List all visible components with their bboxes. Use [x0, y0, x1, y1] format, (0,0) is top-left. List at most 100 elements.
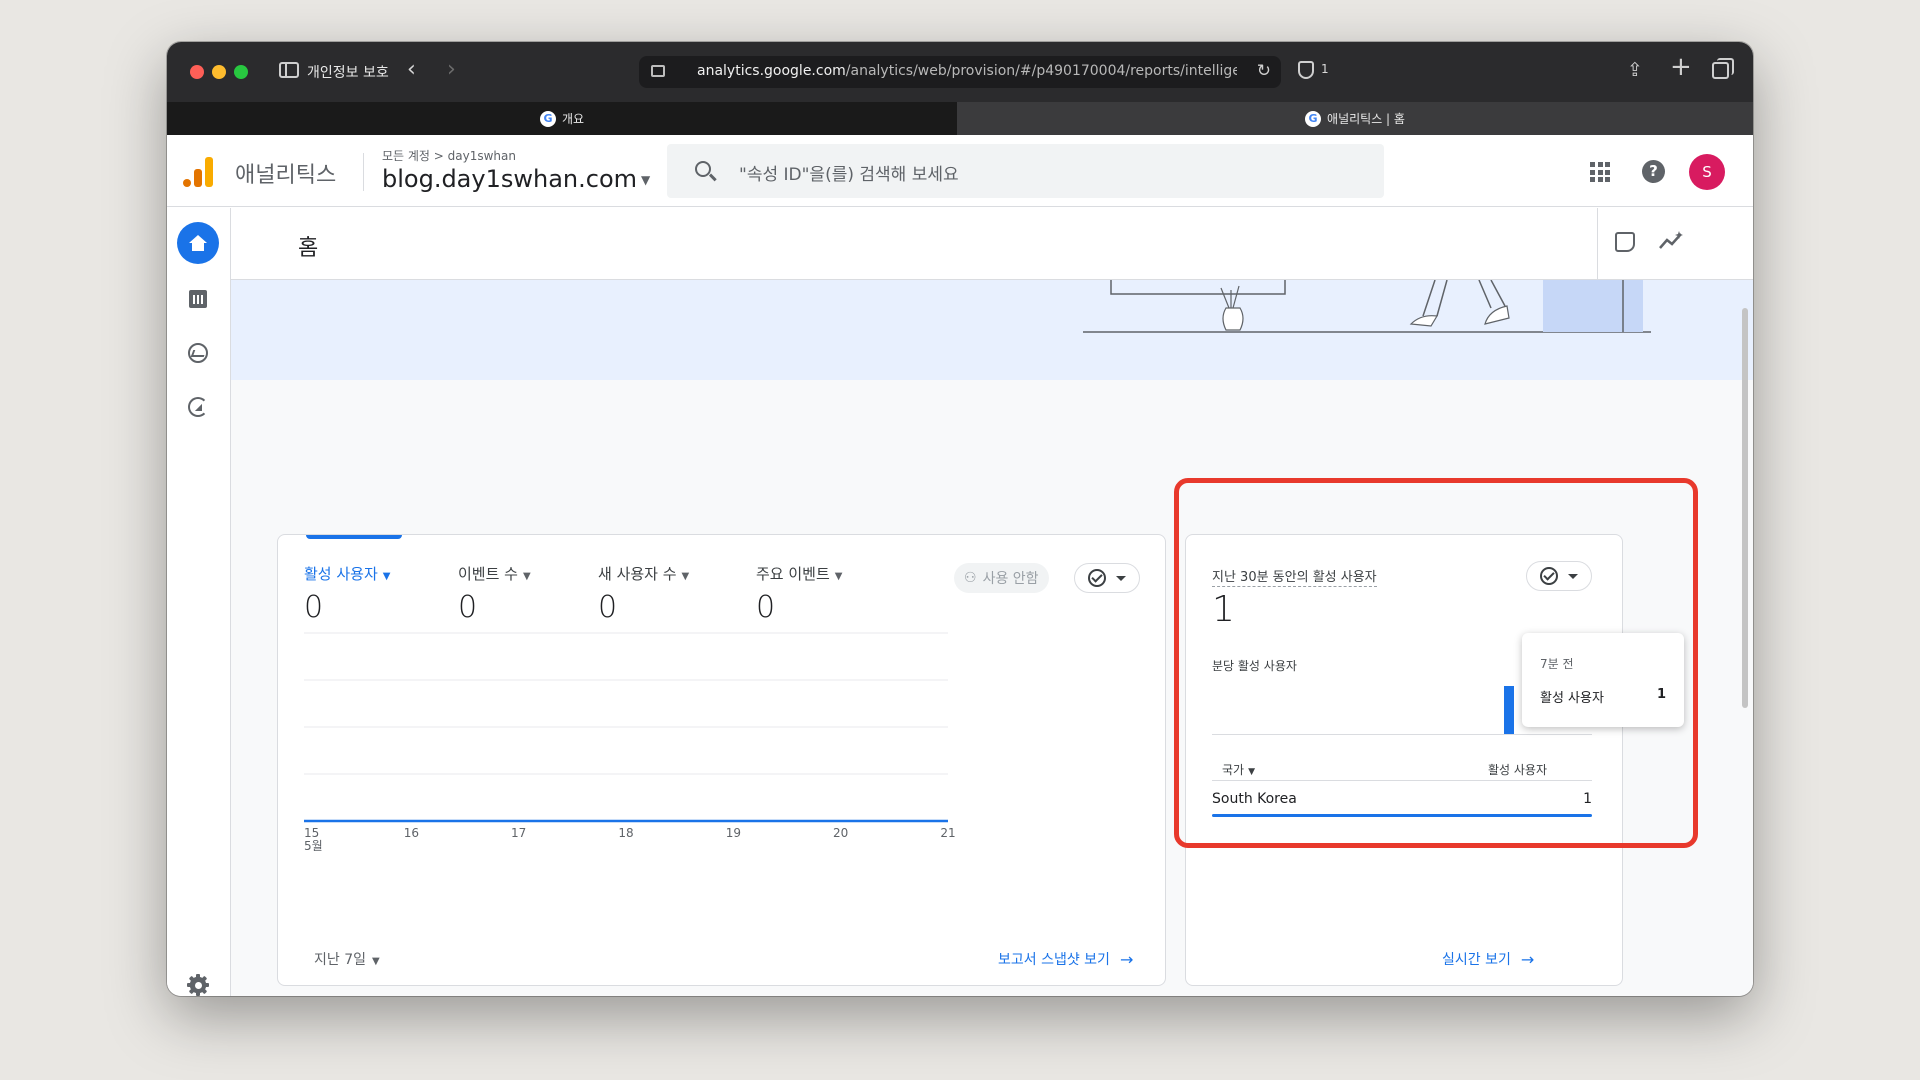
tab-label: 개요: [561, 112, 585, 126]
view-realtime-label: 실시간 보기: [1442, 952, 1511, 968]
advertising-icon: [188, 397, 208, 417]
explore-icon: [188, 343, 208, 363]
tab-label: 애널리틱스 | 홈: [1327, 112, 1405, 126]
tab-strip: G 개요 G 애널리틱스 | 홈: [167, 102, 1753, 135]
x-tick-label: 21: [940, 826, 955, 840]
forward-arrow-icon[interactable]: ›: [447, 59, 456, 81]
date-range-selector[interactable]: 지난 7일 ▼: [314, 949, 380, 969]
avatar[interactable]: S: [1689, 154, 1725, 190]
url-path: /analytics/web/provision/#/p490170004/re…: [845, 63, 1237, 79]
sidebar-toggle-icon[interactable]: [279, 62, 299, 78]
realtime-title[interactable]: 지난 30분 동안의 활성 사용자: [1212, 566, 1377, 587]
analytics-logo-icon[interactable]: [183, 157, 213, 187]
search-placeholder: "속성 ID"을(를) 검색해 보세요: [739, 165, 959, 185]
page-header: 홈: [231, 208, 1753, 280]
left-navigation: [167, 208, 231, 996]
new-tab-icon[interactable]: +: [1670, 54, 1692, 80]
arrow-right-icon: →: [1520, 949, 1535, 969]
home-icon: [189, 235, 207, 251]
nav-admin[interactable]: [177, 964, 219, 996]
realtime-card: 지난 30분 동안의 활성 사용자 1 분당 활성 사용자 국가 ▼ 활성 사용자…: [1185, 534, 1623, 986]
per-minute-tooltip: 7분 전 활성 사용자 1: [1522, 633, 1684, 727]
country-column-label: 국가: [1222, 763, 1245, 777]
share-icon[interactable]: ⇪: [1627, 60, 1643, 80]
table-row-count: 1: [1583, 791, 1592, 807]
privacy-shield-icon[interactable]: [1298, 61, 1314, 79]
tab-overview-icon[interactable]: [1712, 58, 1734, 79]
privacy-label: 개인정보 보호: [307, 65, 389, 81]
nav-home[interactable]: [177, 222, 219, 264]
google-favicon-icon: G: [539, 110, 556, 127]
x-tick-sublabel: 5월: [304, 839, 323, 853]
view-realtime-link[interactable]: 실시간 보기 →: [1442, 949, 1534, 969]
per-minute-axis: [1212, 734, 1592, 735]
arrow-right-icon: →: [1119, 949, 1134, 969]
date-range-label: 지난 7일: [314, 952, 366, 968]
analytics-header: 애널리틱스 모든 계정 > day1swhan blog.day1swhan.c…: [167, 135, 1753, 207]
x-tick-label: 15: [304, 826, 319, 840]
header-divider: [363, 153, 364, 191]
nav-advertising[interactable]: [177, 386, 219, 428]
search-box[interactable]: "속성 ID"을(를) 검색해 보세요: [667, 144, 1384, 198]
per-minute-label: 분당 활성 사용자: [1212, 659, 1297, 673]
reload-icon[interactable]: ↻: [1257, 61, 1271, 81]
scrollbar[interactable]: [1742, 308, 1748, 708]
tooltip-label: 활성 사용자: [1540, 691, 1604, 706]
x-tick-label: 18: [618, 826, 633, 840]
page-title: 홈: [298, 236, 319, 261]
browser-window: 개인정보 보호 ‹ › analytics.google.com/analyti…: [167, 42, 1753, 996]
apps-grid-icon[interactable]: [1590, 162, 1610, 182]
table-divider: [1212, 780, 1592, 781]
browser-tab-overview[interactable]: G 개요: [167, 102, 957, 135]
back-arrow-icon[interactable]: ‹: [407, 59, 416, 81]
property-name: blog.day1swhan.com: [382, 165, 638, 193]
product-name[interactable]: 애널리틱스: [235, 157, 336, 189]
overview-card: 활성 사용자 ▼ 0 이벤트 수 ▼ 0 새 사용자 수 ▼ 0 주요 이벤트 ▼ 0 …: [277, 534, 1166, 986]
x-tick-label: 16: [404, 826, 419, 840]
help-icon[interactable]: ?: [1642, 160, 1665, 183]
insights-icon[interactable]: [1615, 232, 1635, 252]
realtime-active-users-value: 1: [1212, 589, 1235, 630]
property-selector[interactable]: blog.day1swhan.com ▼: [382, 165, 650, 193]
tooltip-time: 7분 전: [1540, 657, 1574, 671]
country-column-header[interactable]: 국가 ▼: [1222, 761, 1255, 778]
view-snapshot-label: 보고서 스냅샷 보기: [998, 952, 1110, 968]
nav-reports[interactable]: [177, 278, 219, 320]
active-users-column-header: 활성 사용자: [1488, 763, 1548, 777]
chevron-down-icon: ▼: [641, 173, 651, 187]
browser-tab-analytics-home[interactable]: G 애널리틱스 | 홈: [957, 102, 1753, 135]
x-tick-label: 19: [726, 826, 741, 840]
view-snapshot-link[interactable]: 보고서 스냅샷 보기 →: [998, 949, 1133, 969]
tooltip-value: 1: [1656, 687, 1666, 702]
check-circle-icon: [1540, 567, 1558, 585]
x-tick-label: 17: [511, 826, 526, 840]
welcome-banner-illustration: [231, 280, 1753, 380]
per-minute-bar[interactable]: [1504, 686, 1514, 734]
chevron-down-icon: [1568, 573, 1578, 579]
trend-icon[interactable]: [1659, 230, 1685, 252]
nav-explore[interactable]: [177, 332, 219, 374]
active-users-line-chart: 15 16 17 18 19 20 21 5월: [304, 632, 956, 853]
browser-titlebar: 개인정보 보호 ‹ › analytics.google.com/analyti…: [167, 42, 1753, 102]
header-separator: [1597, 208, 1598, 280]
zoom-window-button[interactable]: [234, 65, 248, 79]
address-bar[interactable]: analytics.google.com/analytics/web/provi…: [639, 56, 1281, 88]
main-content: 홈 활성 사용자 ▼ 0 이벤트 수 ▼ 0 새 사용자 수 ▼ 0 주요 이벤…: [231, 208, 1753, 996]
url-host: analytics.google.com: [697, 63, 846, 79]
table-row-bar: [1212, 814, 1592, 817]
account-breadcrumb[interactable]: 모든 계정 > day1swhan: [382, 147, 516, 164]
url-text: analytics.google.com/analytics/web/provi…: [697, 63, 1237, 79]
tracker-count: 1: [1321, 62, 1329, 76]
gear-icon: [187, 974, 209, 996]
search-icon: [695, 161, 711, 177]
bar-chart-icon: [189, 290, 207, 308]
realtime-data-quality-dropdown[interactable]: [1526, 561, 1592, 591]
x-tick-label: 20: [833, 826, 848, 840]
close-window-button[interactable]: [190, 65, 204, 79]
table-row-country: South Korea: [1212, 791, 1297, 807]
chevron-down-icon: ▼: [372, 956, 380, 967]
google-favicon-icon: G: [1305, 110, 1322, 127]
page-settings-icon[interactable]: [651, 65, 665, 77]
chevron-down-icon: ▼: [1248, 767, 1256, 777]
minimize-window-button[interactable]: [212, 65, 226, 79]
